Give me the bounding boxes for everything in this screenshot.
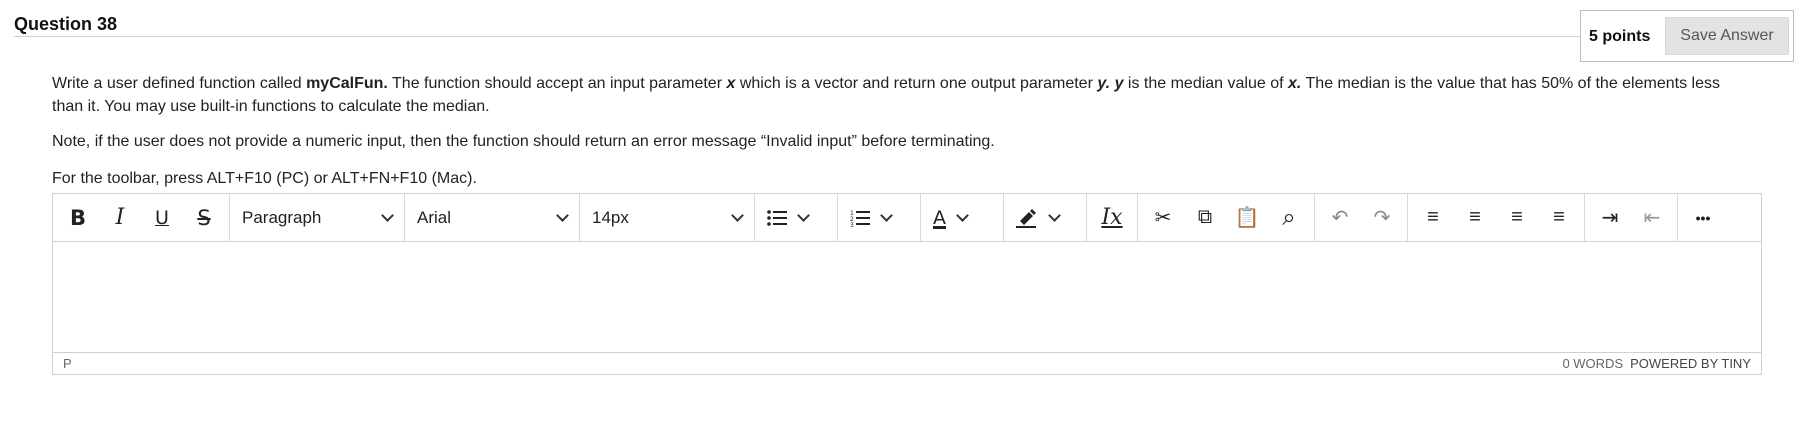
- clipboard-icon: 📋: [1234, 207, 1260, 229]
- chevron-down-icon: [1048, 209, 1061, 222]
- text-color-button[interactable]: A: [925, 199, 999, 237]
- chevron-down-icon: [797, 209, 810, 222]
- text-color-group: A: [921, 194, 1004, 241]
- font-size-group: 14px: [580, 194, 755, 241]
- alignment-group: ≡ ≡ ≡ ≡: [1408, 194, 1585, 241]
- bold-icon: B: [69, 205, 86, 230]
- text-color-icon: A: [933, 206, 946, 229]
- chevron-down-icon: [956, 209, 969, 222]
- highlight-button[interactable]: [1008, 199, 1082, 237]
- bullet-list-icon: [767, 209, 787, 226]
- align-center-button[interactable]: ≡: [1454, 199, 1496, 237]
- points-label: 5 points: [1589, 28, 1651, 45]
- bold-button[interactable]: B: [57, 199, 99, 237]
- prompt-text: which is a vector and return one output …: [735, 75, 1098, 92]
- outdent-icon: ⇤: [1643, 207, 1661, 229]
- question-title: Question 38: [14, 14, 118, 34]
- highlighter-icon: [1016, 208, 1036, 228]
- prompt-text: is the median value of: [1123, 75, 1289, 92]
- chevron-down-icon: [381, 209, 394, 222]
- align-right-icon: ≡: [1511, 206, 1523, 228]
- clear-formatting-button[interactable]: Ix: [1091, 199, 1133, 237]
- bullet-list-button[interactable]: [759, 199, 833, 237]
- indent-button[interactable]: ⇥: [1589, 199, 1631, 237]
- chevron-down-icon: [556, 209, 569, 222]
- font-family-group: Arial: [405, 194, 580, 241]
- search-icon: ⌕: [1282, 203, 1296, 231]
- font-size-value: 14px: [592, 207, 629, 227]
- chevron-down-icon: [880, 209, 893, 222]
- highlight-group: [1004, 194, 1087, 241]
- italic-icon: I: [115, 205, 125, 230]
- editor-statusbar: P 0 WORDS POWERED BY TINY: [53, 352, 1761, 374]
- format-group: B I U S: [53, 194, 230, 241]
- prompt-paragraph-1: Write a user defined function called myC…: [52, 72, 1752, 118]
- undo-button[interactable]: ↶: [1319, 199, 1361, 237]
- function-name: myCalFun.: [306, 75, 388, 92]
- block-format-group: Paragraph: [230, 194, 405, 241]
- more-group: •••: [1678, 194, 1728, 241]
- copy-icon: ⧉: [1197, 206, 1213, 228]
- block-format-dropdown[interactable]: Paragraph: [230, 199, 404, 237]
- font-family-dropdown[interactable]: Arial: [405, 199, 579, 237]
- font-family-value: Arial: [417, 207, 452, 227]
- block-format-value: Paragraph: [242, 207, 322, 227]
- numbered-list-icon: 123: [850, 210, 870, 227]
- points-panel: 5 points Save Answer: [1580, 10, 1794, 62]
- undo-icon: ↶: [1331, 207, 1349, 229]
- prompt-paragraph-2: Note, if the user does not provide a num…: [52, 133, 995, 150]
- justify-icon: ≡: [1553, 206, 1565, 228]
- editor-content-area[interactable]: [53, 242, 1761, 352]
- cut-button[interactable]: ✂: [1142, 199, 1184, 237]
- header-divider: [14, 36, 1580, 37]
- paste-button[interactable]: 📋: [1226, 199, 1268, 237]
- word-count[interactable]: 0 WORDS: [1562, 356, 1623, 371]
- scissors-icon: ✂: [1154, 207, 1172, 229]
- element-path[interactable]: P: [63, 356, 72, 371]
- copy-button[interactable]: ⧉: [1184, 199, 1226, 237]
- find-button[interactable]: ⌕: [1268, 199, 1310, 237]
- prompt-text: Write a user defined function called: [52, 75, 307, 92]
- more-icon: •••: [1695, 209, 1711, 226]
- align-left-button[interactable]: ≡: [1412, 199, 1454, 237]
- question-prompt: Write a user defined function called myC…: [52, 72, 1752, 165]
- var-x: x.: [1288, 75, 1302, 92]
- font-size-dropdown[interactable]: 14px: [580, 199, 754, 237]
- indent-icon: ⇥: [1601, 207, 1619, 229]
- indent-group: ⇥ ⇤: [1585, 194, 1678, 241]
- save-answer-button[interactable]: Save Answer: [1665, 17, 1789, 55]
- strikethrough-icon: S: [197, 205, 211, 230]
- clear-formatting-icon: Ix: [1101, 205, 1123, 230]
- align-center-icon: ≡: [1469, 206, 1481, 228]
- underline-icon: U: [155, 206, 169, 229]
- more-button[interactable]: •••: [1682, 199, 1724, 237]
- numbered-list-button[interactable]: 123: [842, 199, 916, 237]
- history-group: ↶ ↷: [1315, 194, 1408, 241]
- status-right: 0 WORDS POWERED BY TINY: [1562, 356, 1751, 371]
- list-group: [755, 194, 838, 241]
- rich-text-editor: B I U S Paragraph Arial 14px 123 A Ix ✂ …: [52, 193, 1762, 375]
- align-right-button[interactable]: ≡: [1496, 199, 1538, 237]
- numbered-list-group: 123: [838, 194, 921, 241]
- redo-button[interactable]: ↷: [1361, 199, 1403, 237]
- redo-icon: ↷: [1373, 207, 1391, 229]
- prompt-text: The function should accept an input para…: [387, 75, 727, 92]
- var-y: y.: [1097, 75, 1111, 92]
- chevron-down-icon: [731, 209, 744, 222]
- clear-format-group: Ix: [1087, 194, 1138, 241]
- powered-by-link[interactable]: POWERED BY TINY: [1630, 356, 1751, 371]
- clipboard-group: ✂ ⧉ 📋 ⌕: [1138, 194, 1315, 241]
- underline-button[interactable]: U: [141, 199, 183, 237]
- align-left-icon: ≡: [1427, 206, 1439, 228]
- justify-button[interactable]: ≡: [1538, 199, 1580, 237]
- toolbar-hint: For the toolbar, press ALT+F10 (PC) or A…: [52, 170, 477, 187]
- editor-toolbar: B I U S Paragraph Arial 14px 123 A Ix ✂ …: [53, 194, 1761, 242]
- question-header: Question 38 5 points Save Answer: [14, 10, 1794, 70]
- italic-button[interactable]: I: [99, 199, 141, 237]
- svg-text:3: 3: [850, 222, 854, 227]
- outdent-button[interactable]: ⇤: [1631, 199, 1673, 237]
- strikethrough-button[interactable]: S: [183, 199, 225, 237]
